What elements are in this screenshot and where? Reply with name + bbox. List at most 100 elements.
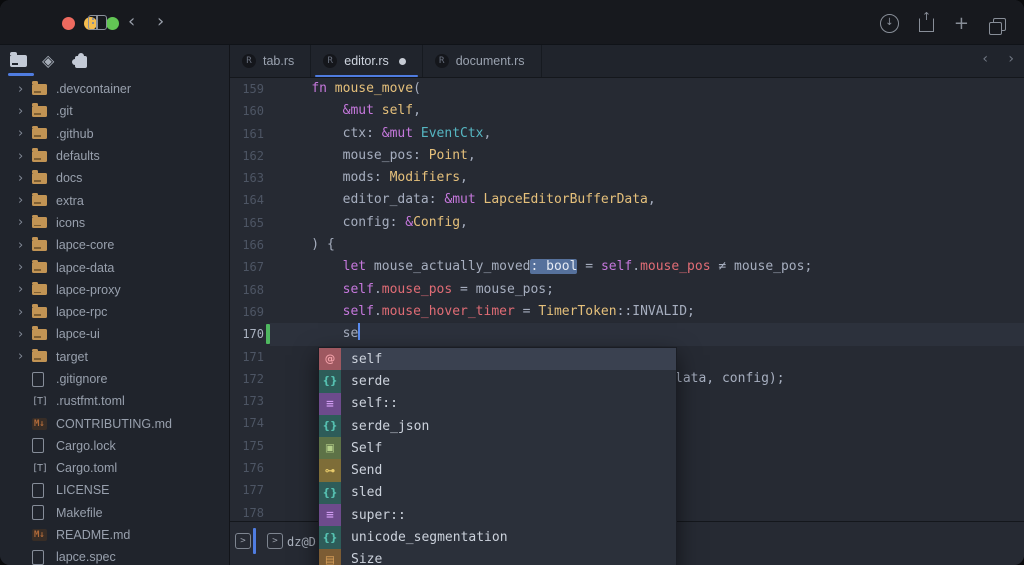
folder-icon xyxy=(32,173,52,184)
code-text: mouse_pos: Point, xyxy=(280,145,476,167)
titlebar: ‹ › ↓ + xyxy=(0,0,1024,45)
tree-item-label: lapce-ui xyxy=(56,327,100,341)
completion-item-super::[interactable]: ≡super:: xyxy=(319,504,676,526)
tree-item-label: lapce-rpc xyxy=(56,305,107,319)
code-line-165: 165 config: &Config, xyxy=(230,212,1024,234)
code-text: ) { xyxy=(280,234,335,256)
windows-stack-icon[interactable] xyxy=(993,18,1006,31)
completion-item-label: Self xyxy=(351,441,382,456)
tree-folder-.git[interactable]: ›.git xyxy=(0,100,229,122)
nav-forward-icon[interactable]: › xyxy=(157,12,164,32)
tree-file-.gitignore[interactable]: .gitignore xyxy=(0,368,229,390)
tab-document.rs[interactable]: Rdocument.rs xyxy=(423,45,542,77)
close-window-button[interactable] xyxy=(62,17,75,30)
tree-item-label: Cargo.lock xyxy=(56,439,116,453)
completion-item-serde[interactable]: {}serde xyxy=(319,370,676,392)
tab-label: editor.rs xyxy=(344,54,388,68)
code-line-169: 169 self.mouse_hover_timer = TimerToken:… xyxy=(230,301,1024,323)
tree-file-CONTRIBUTING.md[interactable]: M↓CONTRIBUTING.md xyxy=(0,412,229,434)
tree-folder-extra[interactable]: ›extra xyxy=(0,189,229,211)
completion-popup: @self{}serde≡self::{}serde_json▣ Self⊶Sen… xyxy=(318,347,677,565)
code-line-159: 159 fn mouse_move( xyxy=(230,78,1024,100)
app-window: ‹ › ↓ + ◈ ›.devcontainer›.git›.github›de… xyxy=(0,0,1024,565)
sidebar: ◈ ›.devcontainer›.git›.github›defaults›d… xyxy=(0,45,230,565)
completion-item-sled[interactable]: {}sled xyxy=(319,482,676,504)
line-number: 167 xyxy=(230,256,264,278)
line-number: 172 xyxy=(230,368,264,390)
sidebar-item-plugins[interactable] xyxy=(72,52,87,68)
tree-item-label: LICENSE xyxy=(56,483,110,497)
tree-folder-target[interactable]: ›target xyxy=(0,346,229,368)
code-text: fn mouse_move( xyxy=(280,78,421,100)
tree-folder-lapce-ui[interactable]: ›lapce-ui xyxy=(0,323,229,345)
tree-file-lapce.spec[interactable]: lapce.spec xyxy=(0,546,229,565)
share-icon[interactable] xyxy=(919,18,934,32)
tree-folder-lapce-proxy[interactable]: ›lapce-proxy xyxy=(0,279,229,301)
sidebar-toggle-icon[interactable] xyxy=(88,15,107,30)
code-line-168: 168 self.mouse_pos = mouse_pos; xyxy=(230,279,1024,301)
download-icon[interactable]: ↓ xyxy=(880,14,899,33)
md-file-icon: M↓ xyxy=(32,529,52,541)
new-window-icon[interactable]: + xyxy=(954,15,969,32)
tree-file-Makefile[interactable]: Makefile xyxy=(0,502,229,524)
tree-file-README.md[interactable]: M↓README.md xyxy=(0,524,229,546)
completion-item-self::[interactable]: ≡self:: xyxy=(319,393,676,415)
module-kind-icon: {} xyxy=(319,370,341,392)
tree-folder-defaults[interactable]: ›defaults xyxy=(0,145,229,167)
completion-item-unicode_segmentation[interactable]: {}unicode_segmentation xyxy=(319,526,676,548)
interface-kind-icon: ⊶ xyxy=(319,459,341,481)
code-text: ctx: &mut EventCtx, xyxy=(280,123,491,145)
tree-item-label: .git xyxy=(56,104,73,118)
completion-item-Size[interactable]: ▤Size xyxy=(319,549,676,565)
sidebar-item-source-control[interactable]: ◈ xyxy=(42,52,54,71)
completion-item-label: self xyxy=(351,352,382,367)
current-line-highlight xyxy=(270,323,1024,345)
line-number: 173 xyxy=(230,390,264,412)
tree-item-label: .rustfmt.toml xyxy=(56,394,125,408)
code-line-170: 170 se xyxy=(230,323,1024,345)
tree-folder-docs[interactable]: ›docs xyxy=(0,167,229,189)
keyword-kind-icon: ≡ xyxy=(319,504,341,526)
file-file-icon xyxy=(32,505,52,520)
tab-scroll-left-icon[interactable]: ‹ xyxy=(982,51,988,67)
completion-item-serde_json[interactable]: {}serde_json xyxy=(319,415,676,437)
folder-icon xyxy=(32,217,52,228)
tree-folder-.devcontainer[interactable]: ›.devcontainer xyxy=(0,78,229,100)
code-line-162: 162 mouse_pos: Point, xyxy=(230,145,1024,167)
completion-item-Send[interactable]: ⊶Send xyxy=(319,459,676,481)
sidebar-item-explorer[interactable] xyxy=(10,52,27,67)
tree-item-label: target xyxy=(56,350,88,364)
tab-scroll-right-icon[interactable]: › xyxy=(1008,51,1014,67)
tree-file-LICENSE[interactable]: LICENSE xyxy=(0,479,229,501)
code-line-163: 163 mods: Modifiers, xyxy=(230,167,1024,189)
zoom-window-button[interactable] xyxy=(106,17,119,30)
chevron-right-icon: › xyxy=(18,126,32,141)
folder-icon xyxy=(32,262,52,273)
tree-folder-icons[interactable]: ›icons xyxy=(0,212,229,234)
folder-icon xyxy=(32,84,52,95)
terminal-tab-title[interactable]: dz@D xyxy=(287,535,316,549)
rust-file-icon: R xyxy=(242,54,256,68)
nav-back-icon[interactable]: ‹ xyxy=(128,12,135,32)
tree-folder-lapce-core[interactable]: ›lapce-core xyxy=(0,234,229,256)
code-text: &mut self, xyxy=(280,100,421,122)
tree-folder-.github[interactable]: ›.github xyxy=(0,123,229,145)
tab-editor.rs[interactable]: Reditor.rs xyxy=(311,45,422,77)
struct-kind-icon: ▣ xyxy=(319,437,341,459)
terminal-tab-icon[interactable]: > xyxy=(267,533,283,549)
tree-folder-lapce-data[interactable]: ›lapce-data xyxy=(0,256,229,278)
chevron-right-icon: › xyxy=(18,215,32,230)
terminal-panel-icon[interactable]: > xyxy=(235,533,251,549)
completion-item-self[interactable]: @self xyxy=(319,348,676,370)
tab-tab.rs[interactable]: Rtab.rs xyxy=(230,45,311,77)
completion-item-Self[interactable]: ▣ Self xyxy=(319,437,676,459)
tree-folder-lapce-rpc[interactable]: ›lapce-rpc xyxy=(0,301,229,323)
tree-item-label: Makefile xyxy=(56,506,103,520)
completion-item-label: Size xyxy=(351,552,382,565)
tree-file-Cargo.lock[interactable]: Cargo.lock xyxy=(0,435,229,457)
line-number: 177 xyxy=(230,479,264,501)
tree-file-.rustfmt.toml[interactable]: [T].rustfmt.toml xyxy=(0,390,229,412)
folder-icon xyxy=(32,307,52,318)
rust-file-icon: R xyxy=(323,54,337,68)
tree-file-Cargo.toml[interactable]: [T]Cargo.toml xyxy=(0,457,229,479)
